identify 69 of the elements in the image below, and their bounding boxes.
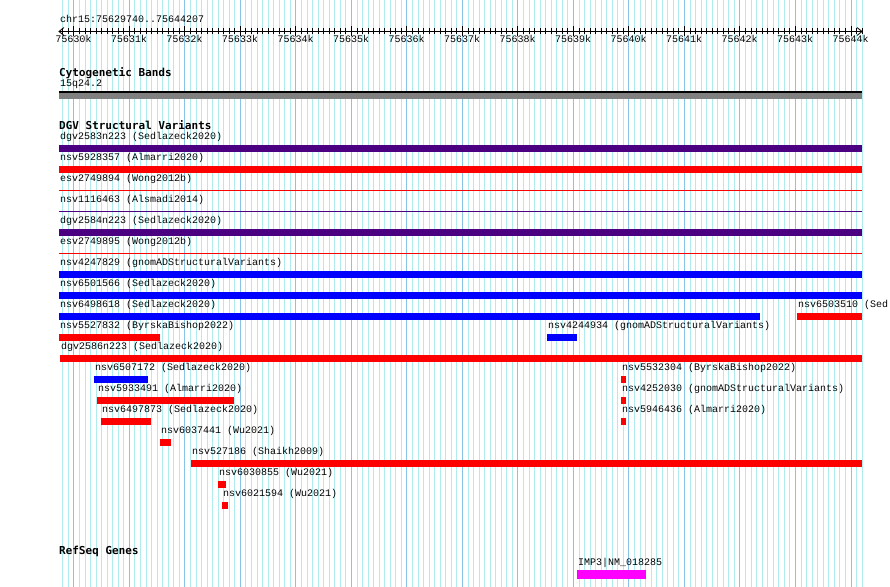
tick-label: 75636k [388, 35, 424, 46]
variant-bar[interactable] [218, 481, 226, 488]
variant-bar[interactable] [97, 397, 234, 404]
variant-bar[interactable] [59, 271, 862, 278]
variant-line[interactable] [59, 190, 862, 191]
variant-bar[interactable] [222, 502, 228, 509]
variant-label: nsv6030855 (Wu2021) [219, 468, 334, 479]
variant-label: nsv4244934 (gnomADStructuralVariants) [548, 321, 770, 332]
variant-bar[interactable] [59, 229, 862, 236]
tick-label: 75642k [721, 35, 758, 46]
variant-label: nsv4247829 (gnomADStructuralVariants) [60, 258, 282, 269]
region-coordinates: chr15:75629740..75644207 [60, 15, 204, 26]
variant-label: nsv6497873 (Sedlazeck2020) [102, 405, 258, 416]
variant-label: nsv527186 (Shaikh2009) [192, 447, 324, 458]
band-label: 15q24.2 [60, 79, 102, 90]
variant-bar[interactable] [621, 397, 626, 404]
variant-label: nsv1116463 (Alsmadi2014) [60, 195, 204, 206]
variant-label: nsv4252030 (gnomADStructuralVariants) [622, 384, 844, 395]
variant-label: esv2749895 (Wong2012b) [60, 237, 192, 248]
tick-label: 75641k [666, 35, 702, 46]
variant-label: nsv6021594 (Wu2021) [223, 489, 338, 500]
tick-label: 75631k [110, 35, 147, 46]
variant-label: dgv2584n223 (Sedlazeck2020) [60, 216, 222, 227]
tick-label: 75639k [554, 35, 591, 46]
variant-line[interactable] [59, 211, 862, 212]
variant-label: nsv6507172 (Sedlazeck2020) [95, 363, 252, 374]
variant-bar[interactable] [621, 418, 626, 425]
variant-bar[interactable] [160, 439, 171, 446]
variant-label: nsv6501566 (Sedlazeck2020) [60, 279, 216, 290]
variant-bar[interactable] [59, 334, 160, 341]
track-title: RefSeq Genes [59, 545, 138, 557]
tick-label: 75644k [832, 35, 868, 46]
variant-bar[interactable] [59, 166, 862, 173]
tick-label: 75630k [55, 35, 92, 46]
tick-label: 75643k [777, 35, 813, 46]
variant-label: nsv6503510 (Sed [798, 300, 888, 311]
track-title: Cytogenetic Bands [59, 67, 172, 79]
gene-label: IMP3|NM_018285 [578, 558, 662, 569]
variant-bar[interactable] [59, 313, 760, 320]
tick-label: 75635k [332, 35, 369, 46]
variant-label: nsv5928357 (Almarri2020) [60, 153, 204, 164]
variant-bar[interactable] [59, 145, 862, 152]
variant-bar[interactable] [94, 376, 148, 383]
cytoband-bar[interactable] [59, 91, 862, 99]
variant-bar[interactable] [191, 460, 862, 467]
variant-bar[interactable] [59, 292, 862, 299]
variant-label: nsv5933491 (Almarri2020) [98, 384, 242, 395]
variant-bar[interactable] [621, 376, 626, 383]
variant-line[interactable] [59, 253, 862, 254]
track-title: DGV Structural Variants [59, 120, 212, 132]
variant-label: nsv6037441 (Wu2021) [161, 426, 276, 437]
variant-bar[interactable] [797, 313, 862, 320]
variant-label: esv2749894 (Wong2012b) [60, 174, 192, 185]
tick-label: 75640k [610, 35, 646, 46]
gene-bar[interactable] [577, 570, 646, 579]
variant-bar[interactable] [101, 418, 151, 425]
tick-label: 75633k [222, 35, 258, 46]
variant-label: nsv5946436 (Almarri2020) [622, 405, 766, 416]
variant-label: nsv5527832 (ByrskaBishop2022) [60, 321, 234, 332]
variant-label: dgv2583n223 (Sedlazeck2020) [60, 132, 222, 143]
tick-label: 75634k [277, 35, 314, 46]
variant-bar[interactable] [60, 355, 862, 362]
variant-label: nsv6498618 (Sedlazeck2020) [60, 300, 216, 311]
variant-label: nsv5532304 (ByrskaBishop2022) [622, 363, 796, 374]
tick-label: 75632k [166, 35, 202, 46]
tick-label: 75637k [444, 35, 480, 46]
variant-bar[interactable] [547, 334, 577, 341]
variant-label: dgv2586n223 (Sedlazeck2020) [61, 342, 224, 353]
tick-label: 75638k [499, 35, 536, 46]
